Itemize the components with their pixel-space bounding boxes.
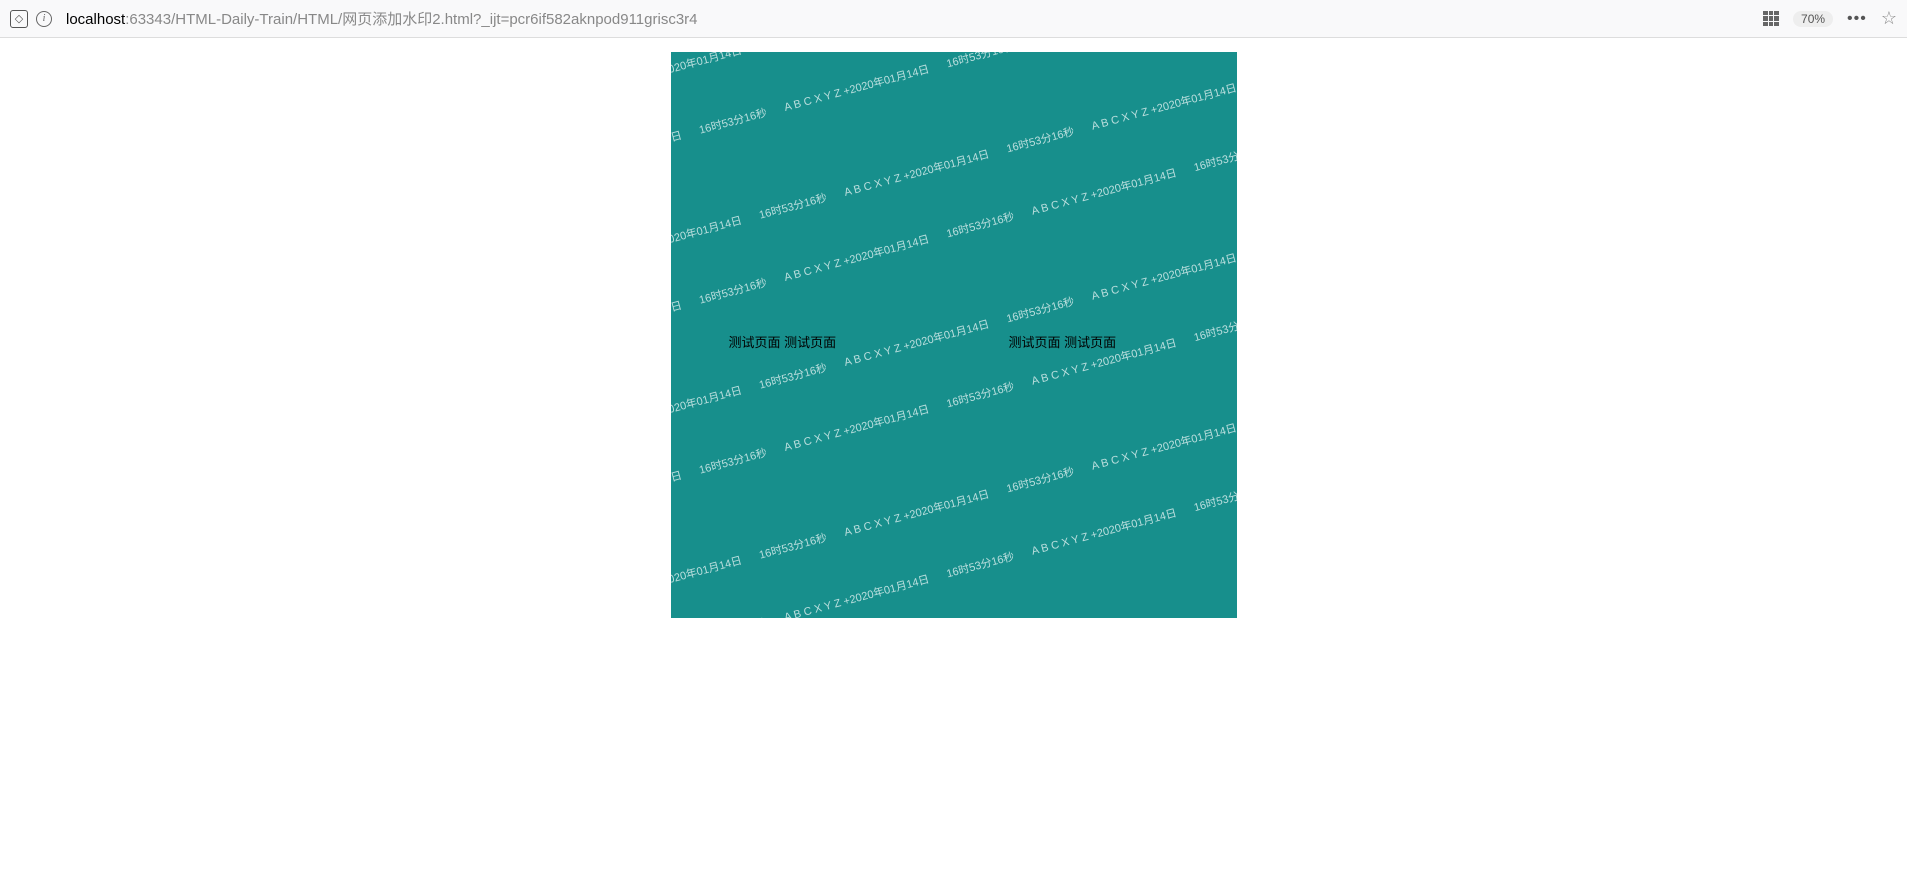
qr-icon[interactable] [1763, 11, 1779, 27]
tracking-protection-icon[interactable]: ◇ [10, 10, 28, 28]
zoom-level[interactable]: 70% [1793, 11, 1833, 27]
site-info-icon[interactable]: i [36, 11, 52, 27]
content-text-right: 测试页面 测试页面 [1009, 332, 1117, 351]
watermark-row: A B C X Y Z +2020年01月14日 16时53分16秒 A B C… [671, 52, 1237, 353]
watermark-container: 测试页面 测试页面 测试页面 测试页面 A B C X Y Z +2020年01… [671, 52, 1237, 618]
url-path: :63343/HTML-Daily-Train/HTML/网页添加水印2.htm… [125, 11, 697, 28]
page-content: 测试页面 测试页面 测试页面 测试页面 A B C X Y Z +2020年01… [0, 38, 1907, 618]
content-text-left: 测试页面 测试页面 [729, 332, 837, 351]
bookmark-star-icon[interactable]: ☆ [1881, 8, 1897, 29]
toolbar-right: 70% ••• ☆ [1763, 8, 1897, 29]
menu-icon[interactable]: ••• [1847, 10, 1867, 28]
browser-toolbar: ◇ i localhost:63343/HTML-Daily-Train/HTM… [0, 0, 1907, 38]
url-host: localhost [66, 11, 125, 28]
url-bar[interactable]: localhost:63343/HTML-Daily-Train/HTML/网页… [60, 8, 1755, 29]
